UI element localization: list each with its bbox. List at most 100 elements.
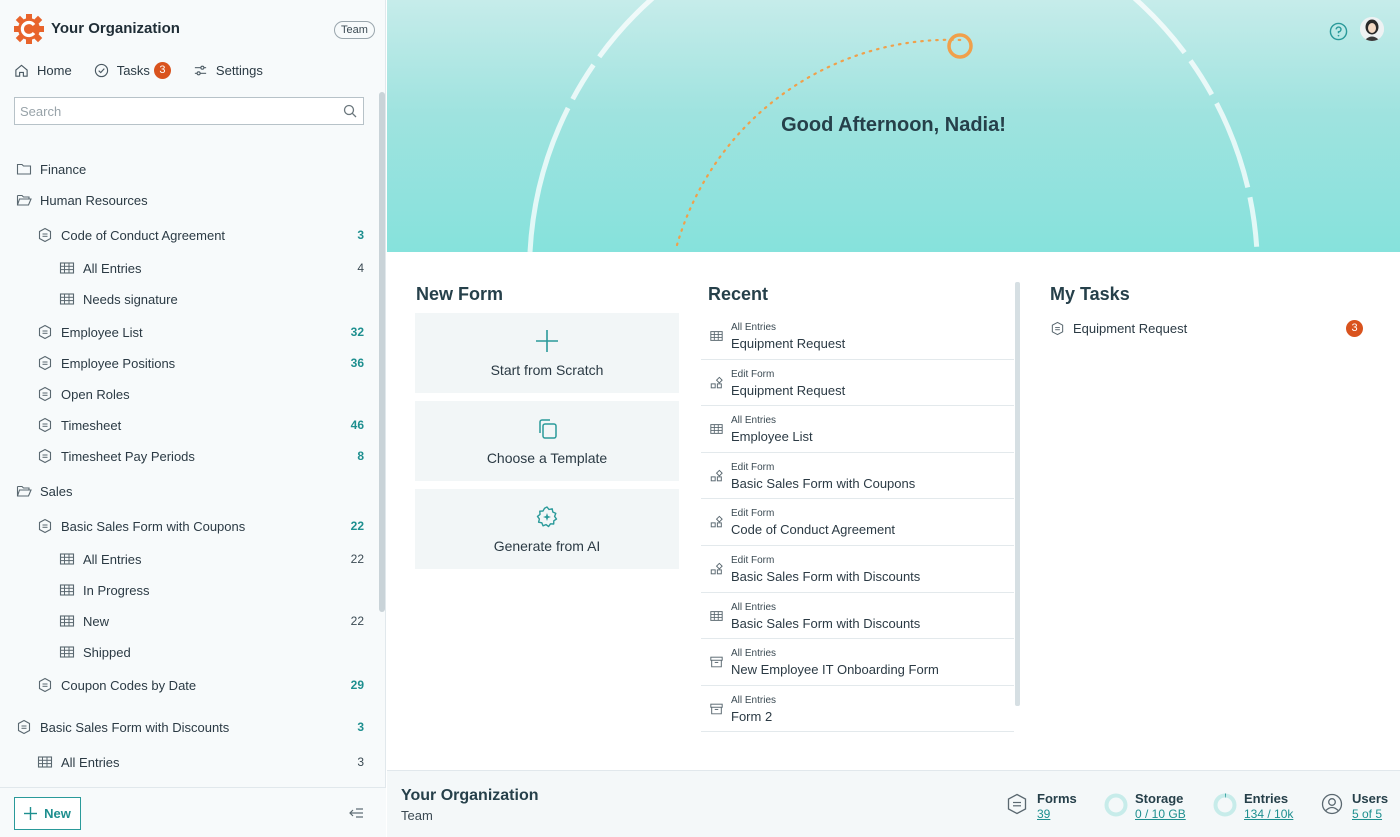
new-button-label: New xyxy=(44,806,71,821)
form-icon xyxy=(37,386,53,402)
recent-item-kind: Edit Form xyxy=(731,555,774,566)
user-circle-icon xyxy=(1321,793,1343,815)
stat-value-link[interactable]: 134 / 10k xyxy=(1244,807,1293,821)
tree-form-timesheet-pay-periods[interactable]: Timesheet Pay Periods 8 xyxy=(0,443,378,469)
stat-label: Users xyxy=(1352,791,1388,806)
tree-form-open-roles[interactable]: Open Roles xyxy=(0,381,378,407)
org-footer: Your Organization Team Forms 39 Storage … xyxy=(387,770,1400,837)
form-icon xyxy=(37,227,53,243)
tree-count: 29 xyxy=(351,678,364,692)
recent-item-kind: Edit Form xyxy=(731,462,774,473)
search-icon[interactable] xyxy=(343,104,357,118)
tree-label: Employee List xyxy=(61,325,143,340)
tree-count: 8 xyxy=(357,449,364,463)
new-button[interactable]: New xyxy=(14,797,81,830)
recent-scrollbar[interactable] xyxy=(1015,282,1020,706)
tree-label: Open Roles xyxy=(61,387,130,402)
sidebar-scrollbar[interactable] xyxy=(379,92,385,612)
tree-label: Needs signature xyxy=(83,292,178,307)
user-avatar-icon xyxy=(1360,17,1384,41)
tree-view-bsfc-new[interactable]: New 22 xyxy=(0,608,378,634)
tree-form-basic-sales-coupons[interactable]: Basic Sales Form with Coupons 22 xyxy=(0,513,378,539)
recent-item-kind: Edit Form xyxy=(731,369,774,380)
form-icon xyxy=(37,518,53,534)
tree-form-coupon-codes[interactable]: Coupon Codes by Date 29 xyxy=(0,672,378,698)
card-label: Choose a Template xyxy=(487,450,607,466)
tree-label: Human Resources xyxy=(40,193,148,208)
tree-folder-finance[interactable]: Finance xyxy=(0,156,378,182)
stat-value-link[interactable]: 39 xyxy=(1037,807,1050,821)
avatar[interactable] xyxy=(1360,17,1384,41)
tree-count: 3 xyxy=(357,228,364,242)
table-icon xyxy=(709,422,724,436)
recent-item[interactable]: All Entries Employee List xyxy=(701,406,1014,453)
tree-label: Basic Sales Form with Coupons xyxy=(61,519,245,534)
recent-item[interactable]: Edit Form Basic Sales Form with Discount… xyxy=(701,546,1014,593)
search-box xyxy=(14,97,364,125)
plus-icon xyxy=(535,329,559,353)
tree-label: Sales xyxy=(40,484,73,499)
tree-count: 22 xyxy=(351,552,364,566)
stat-value-link[interactable]: 0 / 10 GB xyxy=(1135,807,1186,821)
folder-open-icon xyxy=(16,192,32,208)
tree-form-timesheet[interactable]: Timesheet 46 xyxy=(0,412,378,438)
sliders-icon xyxy=(193,63,208,78)
tree-label: Timesheet Pay Periods xyxy=(61,449,195,464)
tree-form-employee-positions[interactable]: Employee Positions 36 xyxy=(0,350,378,376)
tree-count: 22 xyxy=(351,519,364,533)
tree-count: 3 xyxy=(357,720,364,734)
footer-org-name: Your Organization xyxy=(401,787,538,805)
recent-item[interactable]: Edit Form Equipment Request xyxy=(701,360,1014,407)
sidebar: Your Organization Team Home Tasks 3 Sett… xyxy=(0,0,386,837)
tree-label: In Progress xyxy=(83,583,149,598)
nav-settings[interactable]: Settings xyxy=(193,63,263,78)
tree-label: Finance xyxy=(40,162,86,177)
tree-folder-human-resources[interactable]: Human Resources xyxy=(0,187,378,213)
tree-view-bsfd-all-entries[interactable]: All Entries 3 xyxy=(0,749,378,775)
choose-template-card[interactable]: Choose a Template xyxy=(415,401,679,481)
recent-item[interactable]: Edit Form Basic Sales Form with Coupons xyxy=(701,453,1014,500)
task-item[interactable]: Equipment Request 3 xyxy=(1050,318,1363,338)
tree-folder-sales[interactable]: Sales xyxy=(0,478,378,504)
tree-view-coc-needs-signature[interactable]: Needs signature xyxy=(0,286,378,312)
archive-icon xyxy=(709,655,724,669)
org-logo-icon xyxy=(14,14,44,44)
edit-form-icon xyxy=(709,562,724,576)
tree-view-bsfc-in-progress[interactable]: In Progress xyxy=(0,577,378,603)
stat-label: Forms xyxy=(1037,791,1077,806)
recent-item[interactable]: All Entries Basic Sales Form with Discou… xyxy=(701,593,1014,640)
nav-tasks[interactable]: Tasks 3 xyxy=(94,62,171,79)
table-icon xyxy=(59,644,75,660)
collapse-sidebar-icon[interactable] xyxy=(348,806,364,820)
search-input[interactable] xyxy=(15,98,335,124)
recent-item-name: Basic Sales Form with Discounts xyxy=(731,616,920,631)
recent-item[interactable]: Edit Form Code of Conduct Agreement xyxy=(701,499,1014,546)
sidebar-header: Your Organization Team xyxy=(0,0,386,60)
help-icon[interactable] xyxy=(1329,22,1348,41)
org-name[interactable]: Your Organization xyxy=(51,20,180,37)
stat-label: Entries xyxy=(1244,791,1288,806)
tree-view-coc-all-entries[interactable]: All Entries 4 xyxy=(0,255,378,281)
tree-count: 22 xyxy=(351,614,364,628)
recent-item[interactable]: All Entries New Employee IT Onboarding F… xyxy=(701,639,1014,686)
tree-label: Coupon Codes by Date xyxy=(61,678,196,693)
start-from-scratch-card[interactable]: Start from Scratch xyxy=(415,313,679,393)
tree-form-basic-sales-discounts[interactable]: Basic Sales Form with Discounts 3 xyxy=(0,714,378,740)
task-name: Equipment Request xyxy=(1073,321,1187,336)
tree-label: New xyxy=(83,614,109,629)
recent-item[interactable]: All Entries Form 2 xyxy=(701,686,1014,733)
tree-view-bsfc-all-entries[interactable]: All Entries 22 xyxy=(0,546,378,572)
recent-item[interactable]: All Entries Equipment Request xyxy=(701,313,1014,360)
stat-value-link[interactable]: 5 of 5 xyxy=(1352,807,1382,821)
tree-label: Basic Sales Form with Discounts xyxy=(40,720,229,735)
welcome-banner: Good Afternoon, Nadia! xyxy=(387,0,1400,252)
tree-view-bsfc-shipped[interactable]: Shipped xyxy=(0,639,378,665)
generate-from-ai-card[interactable]: Generate from AI xyxy=(415,489,679,569)
nav-home[interactable]: Home xyxy=(14,63,72,78)
tree-count: 46 xyxy=(351,418,364,432)
recent-item-name: Employee List xyxy=(731,429,813,444)
recent-item-name: Code of Conduct Agreement xyxy=(731,522,895,537)
table-icon xyxy=(709,329,724,343)
tree-form-code-of-conduct[interactable]: Code of Conduct Agreement 3 xyxy=(0,222,378,248)
tree-form-employee-list[interactable]: Employee List 32 xyxy=(0,319,378,345)
